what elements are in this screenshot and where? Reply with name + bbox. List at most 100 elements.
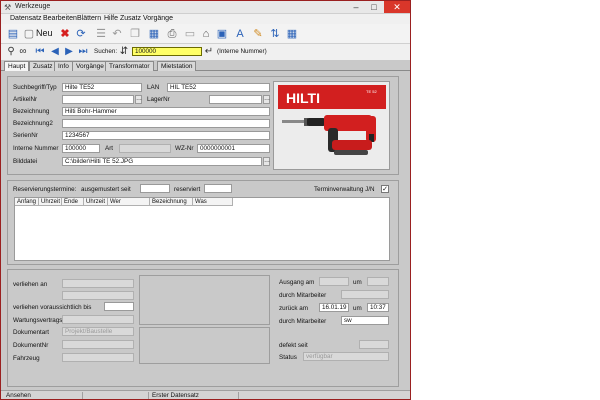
edit-icon[interactable]: ✎	[251, 27, 265, 41]
suchbegriff-label: Suchbegriff/Typ	[13, 84, 57, 91]
minimize-button[interactable]: –	[347, 1, 365, 13]
zurueck-date-field[interactable]: 16.01.19	[319, 303, 349, 312]
tab-vorgaenge[interactable]: Vorgänge	[72, 61, 108, 71]
menu-bearbeiten[interactable]: Bearbeiten	[43, 15, 77, 22]
dokumentart-field[interactable]: Projekt/Baustelle	[62, 327, 134, 336]
tab-zusatz[interactable]: Zusatz	[29, 61, 57, 71]
tab-transformator[interactable]: Transformator	[105, 61, 154, 71]
menu-hilfe[interactable]: Hilfe	[104, 15, 118, 22]
transfer-icon[interactable]: ⇅	[268, 27, 282, 41]
column-header[interactable]: Uhrzeit	[84, 198, 108, 206]
verliehen-an-field[interactable]	[62, 279, 134, 288]
tab-info[interactable]: Info	[54, 61, 73, 71]
wartungsvertrag-field[interactable]	[62, 315, 134, 324]
search-icon[interactable]: ⚲	[5, 46, 17, 58]
binoculars-icon[interactable]: ∞	[17, 46, 29, 58]
home-icon[interactable]: ⌂	[199, 27, 213, 41]
font-icon[interactable]: A	[233, 27, 247, 41]
close-button[interactable]: ✕	[384, 1, 410, 13]
terminverwaltung-checkbox[interactable]: ✓	[381, 185, 389, 193]
artikelnr-label: ArtikelNr	[13, 96, 38, 103]
document-icon[interactable]: ▦	[147, 27, 161, 41]
bilddatei-field[interactable]: C:\bilder\Hilti TE 52.JPG	[62, 157, 262, 166]
menu-blaettern[interactable]: Blättern	[77, 15, 101, 22]
lagernr-field[interactable]	[209, 95, 262, 104]
column-header[interactable]: Ende	[62, 198, 84, 206]
interne-nummer-field[interactable]: 100000	[62, 144, 100, 153]
fahrzeug-field[interactable]	[62, 353, 134, 362]
undo-icon[interactable]: ↶	[110, 27, 124, 41]
wznr-field[interactable]: 0000000001	[197, 144, 270, 153]
ausgang-time-field[interactable]	[367, 277, 389, 286]
hammer-drill-image: HILTI TE 52	[274, 82, 389, 169]
bezeichnung2-field[interactable]	[62, 119, 270, 128]
defekt-field[interactable]	[359, 340, 389, 349]
ausgemustert-field[interactable]	[140, 184, 170, 193]
tab-haupt[interactable]: Haupt	[4, 61, 30, 71]
lagernr-label: LagerNr	[147, 96, 170, 103]
dokumentart-label: Dokumentart	[13, 329, 50, 336]
model-label: TE 52	[366, 89, 377, 94]
lan-field[interactable]: HIL TE52	[167, 83, 270, 92]
menu-datensatz[interactable]: Datensatz	[10, 15, 42, 22]
column-header[interactable]: Was	[193, 198, 233, 206]
artikelnr-browse-button[interactable]: …	[135, 95, 142, 104]
column-header[interactable]: Uhrzeit	[39, 198, 62, 206]
reservation-table[interactable]: Anfang Uhrzeit Ende Uhrzeit Wer Bezeichn…	[14, 197, 390, 261]
tab-bar: Haupt Zusatz Info Vorgänge Transformator…	[1, 61, 410, 71]
verliehen-an-field-2[interactable]	[62, 291, 134, 300]
mitarbeiter-out-label: durch Mitarbeiter	[279, 292, 327, 299]
reserviert-field[interactable]	[204, 184, 232, 193]
ausgang-label: Ausgang am	[279, 279, 315, 286]
zurueck-time-field[interactable]: 10:37	[367, 303, 389, 312]
refresh-icon[interactable]: ⟳	[74, 27, 88, 41]
status-info	[83, 392, 149, 399]
copy-icon[interactable]: ❐	[128, 27, 142, 41]
column-header[interactable]: Wer	[108, 198, 150, 206]
menu-vorgaenge[interactable]: Vorgänge	[143, 15, 173, 22]
art-field[interactable]	[119, 144, 171, 153]
enter-icon[interactable]: ↵	[203, 46, 215, 58]
bezeichnung-label: Bezeichnung	[13, 108, 50, 115]
navigation-toolbar: ⚲ ∞ ⏮ ◀ ▶ ⏭ Suchen: ⇵ 100000 ↵ (Interne …	[1, 44, 410, 60]
ausgang-date-field[interactable]	[319, 277, 349, 286]
column-header[interactable]: Anfang	[15, 198, 39, 206]
reservation-label: Reservierungstermine:	[13, 186, 77, 193]
new-button[interactable]: Neu	[36, 28, 53, 38]
save-icon[interactable]: ▤	[6, 27, 20, 41]
bezeichnung-field[interactable]: Hilti Bohr-Hammer	[62, 107, 270, 116]
status-field[interactable]: verfügbar	[303, 352, 389, 361]
scanner-icon[interactable]: ▭	[183, 27, 197, 41]
mitarbeiter-out-field[interactable]	[341, 290, 389, 299]
maximize-button[interactable]: □	[365, 1, 383, 13]
notes-box-bottom	[139, 327, 270, 364]
next-record-icon[interactable]: ▶	[63, 46, 75, 58]
sort-icon[interactable]: ⇵	[118, 46, 130, 58]
verliehen-bis-field[interactable]	[104, 302, 134, 311]
calendar-icon[interactable]: ▦	[285, 27, 299, 41]
artikelnr-field[interactable]	[62, 95, 134, 104]
seriennr-field[interactable]: 1234567	[62, 131, 270, 140]
delete-icon[interactable]: ✖	[58, 27, 72, 41]
tab-mietstation[interactable]: Mietstation	[157, 61, 197, 71]
ausgemustert-label: ausgemustert seit	[81, 186, 131, 193]
last-record-icon[interactable]: ⏭	[77, 46, 89, 58]
dokumentnr-field[interactable]	[62, 340, 134, 349]
report-icon[interactable]: ▣	[215, 27, 229, 41]
art-label: Art	[105, 145, 114, 152]
suchbegriff-field[interactable]: Hilte TE52	[62, 83, 142, 92]
status-bar: Ansehen Erster Datensatz	[1, 390, 410, 399]
search-input[interactable]: 100000	[132, 47, 202, 56]
list-icon[interactable]: ☰	[94, 27, 108, 41]
lagernr-browse-button[interactable]: …	[263, 95, 270, 104]
column-header[interactable]: Bezeichnung	[150, 198, 193, 206]
new-document-icon[interactable]: ▢	[22, 27, 36, 41]
first-record-icon[interactable]: ⏮	[34, 46, 46, 58]
previous-record-icon[interactable]: ◀	[49, 46, 61, 58]
zurueck-um-label: um	[353, 305, 362, 312]
mitarbeiter-in-field[interactable]: sw	[341, 316, 389, 325]
printer-icon[interactable]: ⎙	[165, 27, 179, 41]
menu-zusatz[interactable]: Zusatz	[120, 15, 141, 22]
bilddatei-browse-button[interactable]: …	[263, 157, 270, 166]
terminverwaltung-label: Terminverwaltung J/N	[314, 186, 375, 193]
